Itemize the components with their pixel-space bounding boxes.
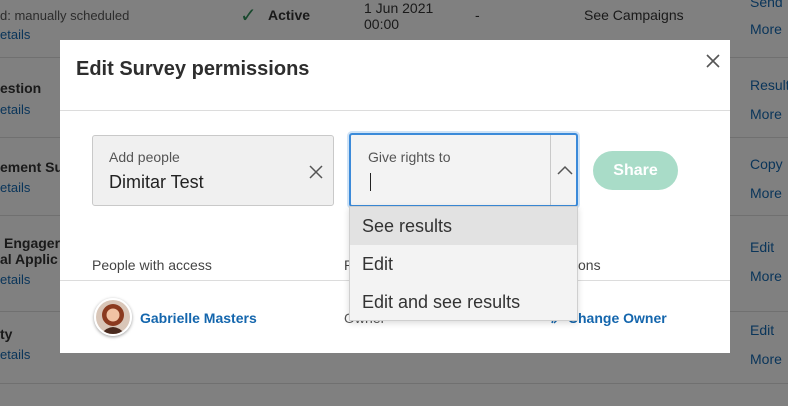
header-divider xyxy=(60,110,730,111)
person-name[interactable]: Gabrielle Masters xyxy=(140,310,257,326)
add-people-field[interactable]: Add people Dimitar Test xyxy=(92,135,334,206)
give-rights-select[interactable]: Give rights to xyxy=(349,133,578,207)
clear-button[interactable] xyxy=(307,163,325,181)
option-see-results[interactable]: See results xyxy=(350,207,577,245)
actions-header: ons xyxy=(578,257,601,273)
dropdown-toggle[interactable] xyxy=(550,135,578,205)
share-button[interactable]: Share xyxy=(593,151,678,190)
people-with-access-header: People with access xyxy=(92,257,212,273)
clear-icon xyxy=(309,165,323,179)
modal-title: Edit Survey permissions xyxy=(76,58,310,80)
option-edit-and-see-results[interactable]: Edit and see results xyxy=(350,283,577,321)
text-caret xyxy=(370,173,371,191)
person-photo-icon xyxy=(96,300,130,334)
add-people-label: Add people xyxy=(109,149,180,165)
avatar xyxy=(94,298,132,336)
give-rights-label: Give rights to xyxy=(368,149,451,165)
close-icon xyxy=(706,54,720,68)
close-button[interactable] xyxy=(702,50,724,72)
rights-dropdown: See results Edit Edit and see results xyxy=(349,206,578,321)
chevron-up-icon xyxy=(557,165,573,175)
option-edit[interactable]: Edit xyxy=(350,245,577,283)
change-owner-label: Change Owner xyxy=(567,310,667,326)
add-people-value: Dimitar Test xyxy=(109,172,204,192)
